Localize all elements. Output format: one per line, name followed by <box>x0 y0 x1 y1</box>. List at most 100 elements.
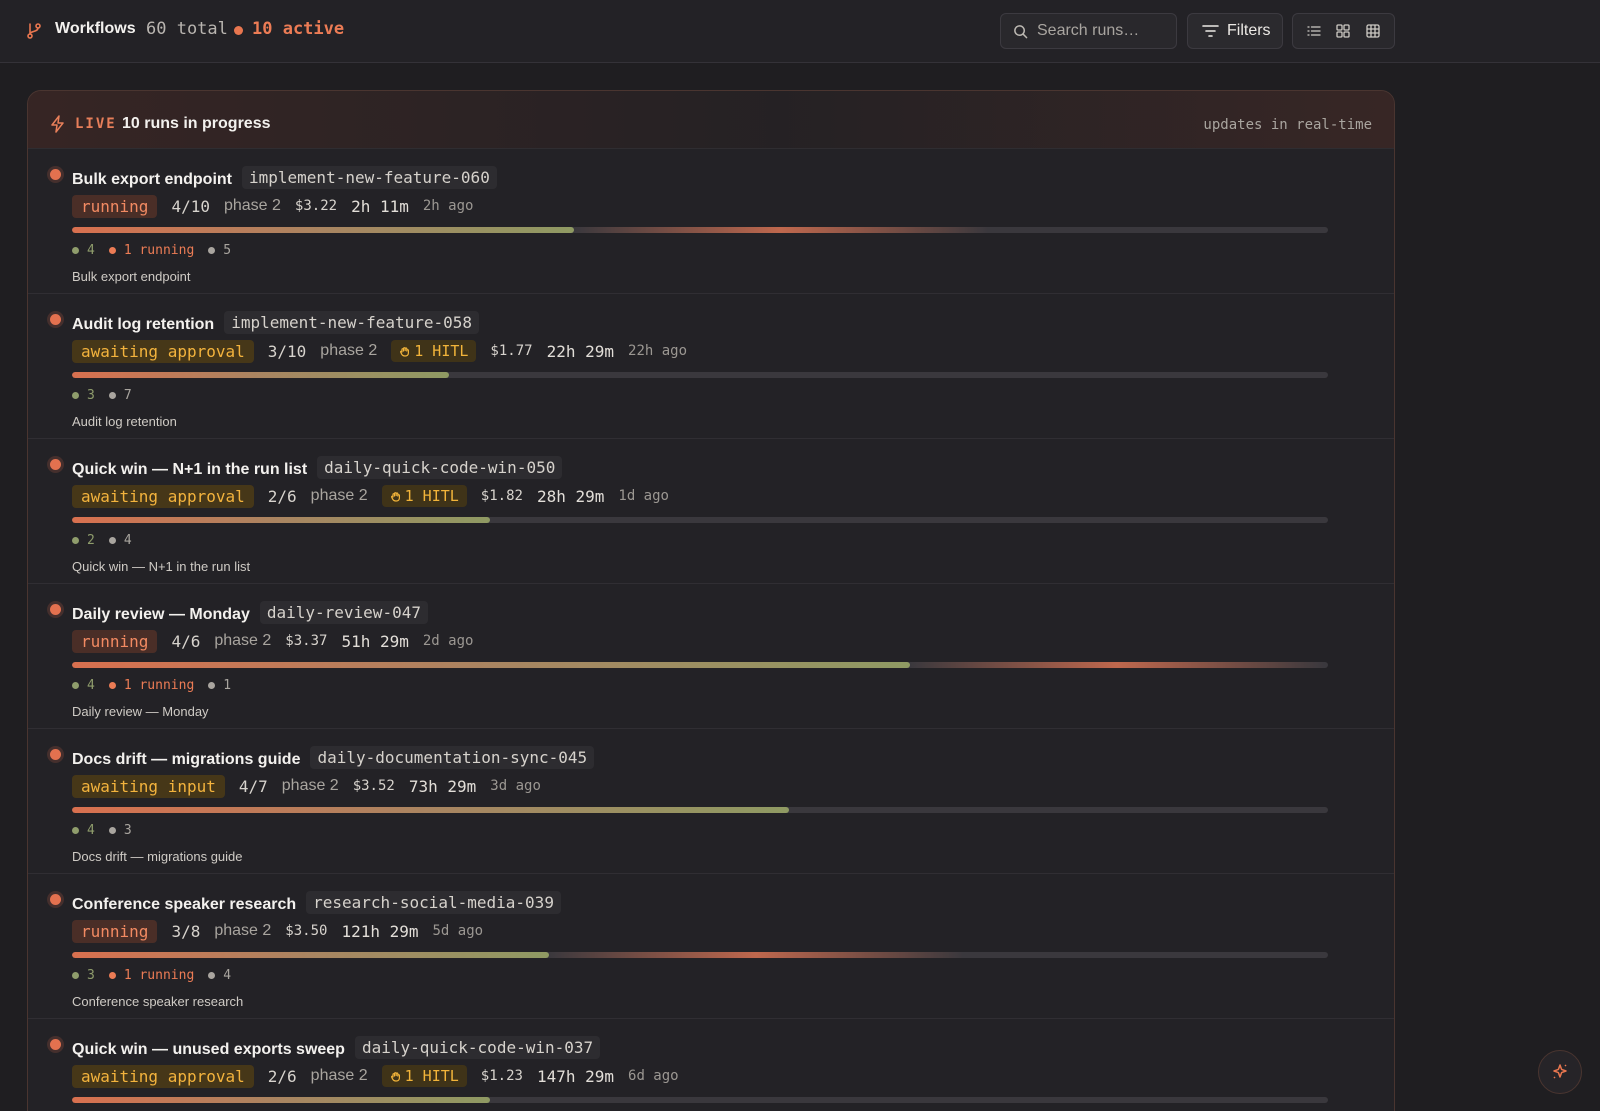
hand-icon <box>390 1072 400 1082</box>
step-progress: 3/10 <box>267 341 307 361</box>
run-description: Daily review — Monday <box>72 704 209 719</box>
run-duration: 28h 29m <box>536 486 605 506</box>
run-status-dot <box>50 894 61 905</box>
search-icon <box>1014 25 1028 39</box>
run-slug: daily-quick-code-win-050 <box>317 456 563 479</box>
run-duration: 22h 29m <box>546 341 615 361</box>
live-runs-panel: LIVE 10 runs in progress updates in real… <box>27 90 1395 1111</box>
phase-label: phase 2 <box>310 1067 368 1084</box>
pending-steps-count: 4 <box>208 968 231 983</box>
pending-dot <box>108 392 116 399</box>
list-view-button[interactable] <box>1301 18 1327 44</box>
done-steps-label: 3 <box>87 968 95 983</box>
run-started-ago: 6d ago <box>628 1068 679 1084</box>
search-box[interactable] <box>1000 13 1177 49</box>
assistant-button[interactable] <box>1538 1050 1582 1094</box>
done-steps-count: 2 <box>72 533 95 548</box>
run-status-dot <box>50 169 61 180</box>
pending-steps-label: 7 <box>123 388 132 403</box>
pending-steps-label: 4 <box>123 533 132 548</box>
running-steps-count: 1 running <box>108 243 195 258</box>
run-started-ago: 22h ago <box>628 343 688 359</box>
lightning-icon <box>51 115 64 133</box>
run-slug: implement-new-feature-058 <box>224 311 480 334</box>
pending-steps-label: 4 <box>223 968 232 983</box>
hand-icon <box>390 492 400 502</box>
run-started-ago: 5d ago <box>432 923 484 939</box>
grid-view-button[interactable] <box>1330 18 1356 44</box>
done-steps-count: 3 <box>72 388 95 403</box>
done-dot <box>72 247 79 254</box>
filters-button[interactable]: Filters <box>1187 13 1283 49</box>
progress-bar <box>72 227 1328 233</box>
run-cost: $1.23 <box>480 1068 523 1084</box>
run-row[interactable]: Audit log retention implement-new-feature… <box>28 294 1394 439</box>
step-counts: 4 1 running 1 <box>72 678 231 693</box>
done-dot <box>72 972 79 979</box>
done-steps-count: 4 <box>72 243 95 258</box>
live-panel-header: LIVE 10 runs in progress updates in real… <box>28 91 1394 149</box>
step-counts: 4 1 running 5 <box>72 243 231 258</box>
table-view-button[interactable] <box>1360 18 1386 44</box>
run-description: Docs drift — migrations guide <box>72 849 243 864</box>
realtime-note: updates in real-time <box>1203 117 1372 133</box>
run-title[interactable]: Audit log retention <box>72 316 214 333</box>
run-duration: 73h 29m <box>408 776 477 796</box>
run-slug: implement-new-feature-060 <box>242 166 497 189</box>
run-title[interactable]: Quick win — unused exports sweep <box>72 1041 345 1058</box>
run-title-line: Bulk export endpoint implement-new-featur… <box>72 166 497 189</box>
phase-label: phase 2 <box>320 342 378 359</box>
total-count: 60 total <box>146 19 228 39</box>
run-row[interactable]: Quick win — N+1 in the run list daily-qui… <box>28 439 1394 584</box>
step-counts: 3 1 running 4 <box>72 968 231 983</box>
run-row[interactable]: Daily review — Monday daily-review-047 ru… <box>28 584 1394 729</box>
run-title[interactable]: Conference speaker research <box>72 896 296 913</box>
run-row[interactable]: Docs drift — migrations guide daily-docum… <box>28 729 1394 874</box>
grid-icon <box>1336 24 1351 38</box>
run-row[interactable]: Conference speaker research research-soci… <box>28 874 1394 1019</box>
top-bar: Workflows 60 total 10 active Filters <box>0 0 1600 63</box>
run-title[interactable]: Daily review — Monday <box>72 606 250 623</box>
run-cost: $3.37 <box>285 633 328 649</box>
done-steps-count: 3 <box>72 968 95 983</box>
done-dot <box>72 537 79 544</box>
pending-dot <box>108 827 116 834</box>
hand-icon <box>400 347 410 357</box>
run-slug: daily-review-047 <box>259 601 428 624</box>
run-title[interactable]: Docs drift — migrations guide <box>72 751 300 768</box>
run-title-line: Quick win — N+1 in the run list daily-qui… <box>72 456 563 479</box>
progress-bar <box>72 952 1328 958</box>
status-badge: running <box>72 919 158 943</box>
pending-steps-count: 7 <box>108 388 132 403</box>
run-row[interactable]: Bulk export endpoint implement-new-featur… <box>28 149 1394 294</box>
run-meta: awaiting approval 2/6 phase 2 1 HITL $1.… <box>72 1064 679 1088</box>
search-input[interactable] <box>1037 14 1173 48</box>
running-steps-label: 1 running <box>123 243 195 258</box>
hitl-count: 1 HITL <box>404 1067 459 1085</box>
hitl-count: 1 HITL <box>414 342 469 360</box>
live-runs-count: 10 runs in progress <box>122 115 271 132</box>
run-started-ago: 2h ago <box>422 198 474 214</box>
run-meta: awaiting approval 2/6 phase 2 1 HITL $1.… <box>72 484 669 508</box>
run-slug: daily-documentation-sync-045 <box>310 746 595 769</box>
run-title[interactable]: Bulk export endpoint <box>72 171 232 188</box>
run-title[interactable]: Quick win — N+1 in the run list <box>72 461 307 478</box>
running-glow <box>910 662 1324 668</box>
pending-steps-count: 1 <box>208 678 231 693</box>
filter-icon <box>1202 25 1219 37</box>
pending-steps-count: 5 <box>208 243 231 258</box>
running-steps-count: 1 running <box>108 968 194 983</box>
run-status-dot <box>50 604 61 615</box>
run-cost: $1.82 <box>480 488 523 504</box>
running-dot <box>108 682 116 689</box>
run-duration: 51h 29m <box>341 631 409 651</box>
run-status-dot <box>50 1039 61 1050</box>
run-duration: 121h 29m <box>341 921 419 941</box>
progress-bar <box>72 1097 1328 1103</box>
run-cost: $3.52 <box>352 778 395 794</box>
run-slug: daily-quick-code-win-037 <box>354 1036 601 1059</box>
run-meta: running 4/10 phase 2 $3.22 2h 11m 2h ago <box>72 194 473 218</box>
run-row[interactable]: Quick win — unused exports sweep daily-qu… <box>28 1019 1394 1111</box>
run-title-line: Conference speaker research research-soci… <box>72 891 561 914</box>
step-progress: 2/6 <box>267 486 297 506</box>
